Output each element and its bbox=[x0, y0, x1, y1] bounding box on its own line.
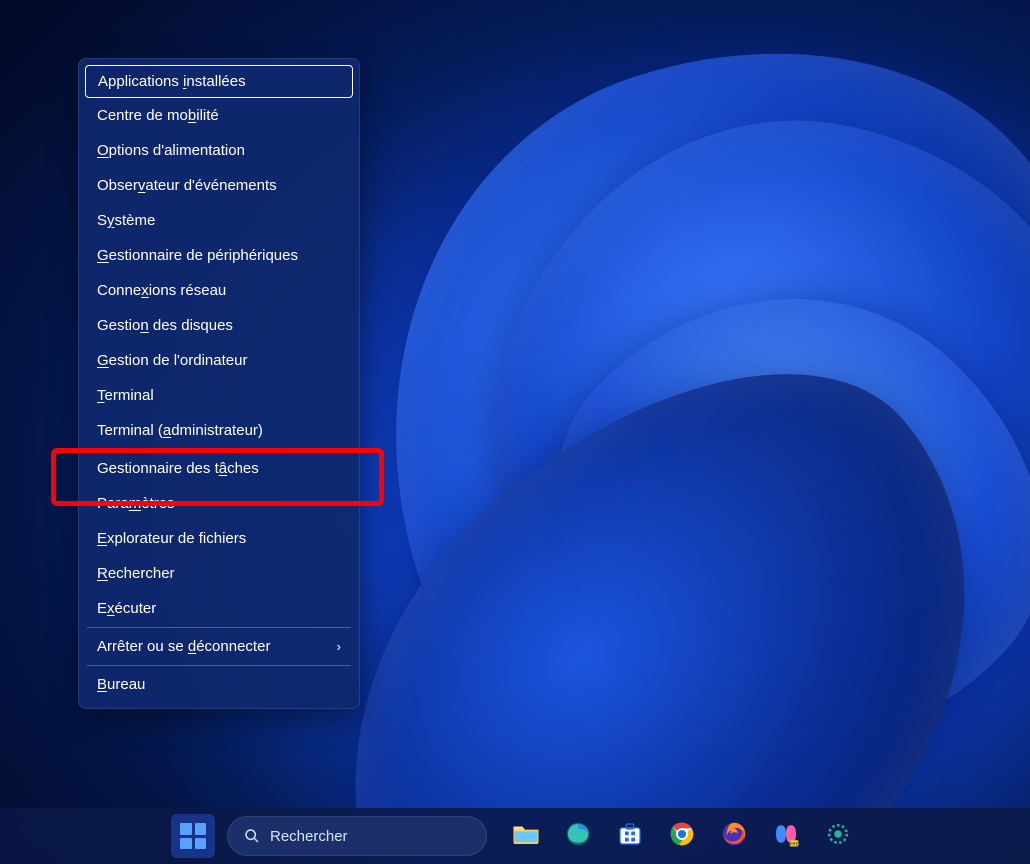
folder-icon bbox=[511, 819, 541, 854]
menu-item-label: Gestion de l'ordinateur bbox=[97, 352, 247, 369]
menu-gestion-ordinateur[interactable]: Gestion de l'ordinateur bbox=[79, 343, 359, 378]
menu-separator bbox=[87, 627, 351, 628]
menu-item-label: Connexions réseau bbox=[97, 282, 226, 299]
taskbar: Rechercher PRE bbox=[0, 808, 1030, 864]
winx-context-menu: Applications installées Centre de mobilit… bbox=[78, 58, 360, 709]
menu-item-label: Gestionnaire des tâches bbox=[97, 460, 259, 477]
menu-terminal[interactable]: Terminal bbox=[79, 378, 359, 413]
menu-item-label: Paramètres bbox=[97, 495, 175, 512]
taskbar-app[interactable] bbox=[817, 815, 859, 857]
menu-gestionnaire-peripheriques[interactable]: Gestionnaire de périphériques bbox=[79, 238, 359, 273]
menu-item-label: Arrêter ou se déconnecter bbox=[97, 638, 270, 655]
taskbar-file-explorer[interactable] bbox=[505, 815, 547, 857]
taskbar-chrome[interactable] bbox=[661, 815, 703, 857]
firefox-icon bbox=[719, 819, 749, 854]
menu-rechercher[interactable]: Rechercher bbox=[79, 556, 359, 591]
start-button[interactable] bbox=[171, 814, 215, 858]
menu-explorateur-fichiers[interactable]: Explorateur de fichiers bbox=[79, 521, 359, 556]
menu-executer[interactable]: Exécuter bbox=[79, 591, 359, 626]
menu-item-label: Bureau bbox=[97, 676, 145, 693]
taskbar-edge[interactable] bbox=[557, 815, 599, 857]
svg-text:PRE: PRE bbox=[790, 841, 799, 846]
menu-parametres[interactable]: Paramètres bbox=[79, 486, 359, 521]
menu-item-label: Explorateur de fichiers bbox=[97, 530, 246, 547]
copilot-icon: PRE bbox=[771, 819, 801, 854]
menu-options-alimentation[interactable]: Options d'alimentation bbox=[79, 133, 359, 168]
menu-applications-installees[interactable]: Applications installées bbox=[85, 65, 353, 98]
chevron-right-icon: › bbox=[337, 639, 341, 654]
menu-item-label: Système bbox=[97, 212, 155, 229]
menu-gestion-disques[interactable]: Gestion des disques bbox=[79, 308, 359, 343]
taskbar-copilot[interactable]: PRE bbox=[765, 815, 807, 857]
menu-separator bbox=[87, 665, 351, 666]
menu-item-label: Exécuter bbox=[97, 600, 156, 617]
menu-systeme[interactable]: Système bbox=[79, 203, 359, 238]
menu-item-label: Gestionnaire de périphériques bbox=[97, 247, 298, 264]
menu-item-label: Centre de mobilité bbox=[97, 107, 219, 124]
search-icon bbox=[244, 828, 260, 844]
menu-item-label: Gestion des disques bbox=[97, 317, 233, 334]
menu-gestionnaire-taches[interactable]: Gestionnaire des tâches bbox=[79, 451, 359, 486]
store-icon bbox=[615, 819, 645, 854]
menu-item-label: Rechercher bbox=[97, 565, 175, 582]
edge-icon bbox=[563, 819, 593, 854]
menu-item-label: Terminal bbox=[97, 387, 154, 404]
menu-item-label: Observateur d'événements bbox=[97, 177, 277, 194]
circle-icon bbox=[823, 819, 853, 854]
menu-observateur-evenements[interactable]: Observateur d'événements bbox=[79, 168, 359, 203]
menu-connexions-reseau[interactable]: Connexions réseau bbox=[79, 273, 359, 308]
menu-terminal-admin[interactable]: Terminal (administrateur) bbox=[79, 413, 359, 448]
chrome-icon bbox=[667, 819, 697, 854]
menu-item-label: Options d'alimentation bbox=[97, 142, 245, 159]
desktop: Applications installées Centre de mobilit… bbox=[0, 0, 1030, 864]
taskbar-search[interactable]: Rechercher bbox=[227, 816, 487, 856]
menu-item-label: Applications installées bbox=[98, 73, 246, 90]
menu-bureau[interactable]: Bureau bbox=[79, 667, 359, 702]
menu-separator bbox=[87, 449, 351, 450]
search-placeholder: Rechercher bbox=[270, 828, 348, 845]
menu-item-label: Terminal (administrateur) bbox=[97, 422, 263, 439]
menu-centre-mobilite[interactable]: Centre de mobilité bbox=[79, 98, 359, 133]
taskbar-firefox[interactable] bbox=[713, 815, 755, 857]
taskbar-store[interactable] bbox=[609, 815, 651, 857]
menu-arreter-deconnecter[interactable]: Arrêter ou se déconnecter › bbox=[79, 629, 359, 664]
